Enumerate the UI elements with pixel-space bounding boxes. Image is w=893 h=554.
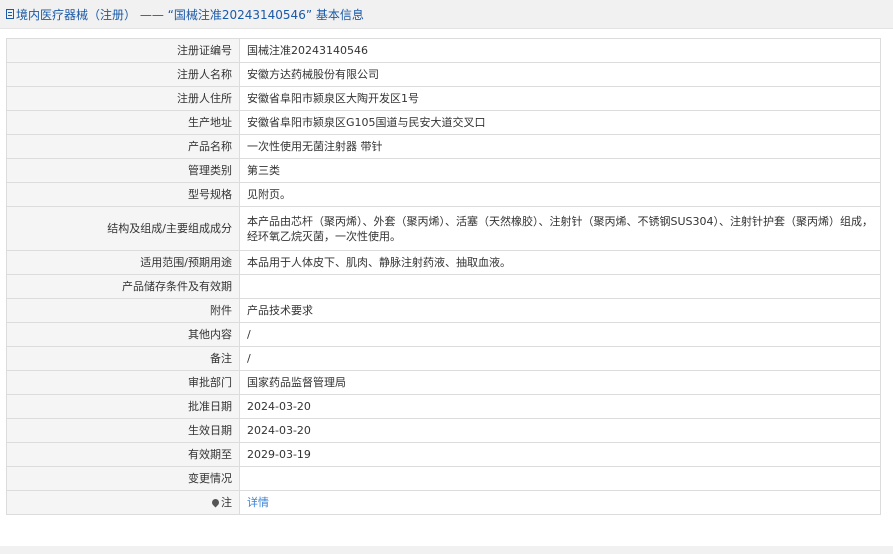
row-value: / [239, 322, 881, 347]
table-row: 有效期至 2029-03-19 [6, 442, 881, 467]
row-value: 见附页。 [239, 182, 881, 207]
row-label: 变更情况 [6, 466, 240, 491]
table-row: 注册人名称 安徽方达药械股份有限公司 [6, 62, 881, 87]
row-value: 2024-03-20 [239, 418, 881, 443]
table-row: 管理类别 第三类 [6, 158, 881, 183]
row-label: 注册人住所 [6, 86, 240, 111]
table-row: 产品储存条件及有效期 [6, 274, 881, 299]
footer-bar [0, 546, 893, 554]
page-title: 境内医疗器械（注册） —— “国械注准20243140546” 基本信息 [16, 7, 364, 22]
table-row: 审批部门 国家药品监督管理局 [6, 370, 881, 395]
pin-icon [210, 497, 221, 508]
row-value: 本品用于人体皮下、肌肉、静脉注射药液、抽取血液。 [239, 250, 881, 275]
table-row: 其他内容 / [6, 322, 881, 347]
row-label: 其他内容 [6, 322, 240, 347]
note-row: 注 详情 [6, 490, 881, 515]
table-row: 变更情况 [6, 466, 881, 491]
row-label: 型号规格 [6, 182, 240, 207]
row-value: 安徽省阜阳市颍泉区G105国道与民安大道交叉口 [239, 110, 881, 135]
table-row: 结构及组成/主要组成成分 本产品由芯杆（聚丙烯）、外套（聚丙烯）、活塞（天然橡胶… [6, 206, 881, 251]
row-value: 安徽省阜阳市颍泉区大陶开发区1号 [239, 86, 881, 111]
row-value: 安徽方达药械股份有限公司 [239, 62, 881, 87]
row-label: 生效日期 [6, 418, 240, 443]
row-label: 有效期至 [6, 442, 240, 467]
detail-table: 注册证编号 国械注准20243140546 注册人名称 安徽方达药械股份有限公司… [6, 38, 881, 515]
table-row: 备注 / [6, 346, 881, 371]
row-value: 2024-03-20 [239, 394, 881, 419]
row-label: 备注 [6, 346, 240, 371]
detail-table-container: 注册证编号 国械注准20243140546 注册人名称 安徽方达药械股份有限公司… [6, 38, 881, 515]
document-icon [6, 9, 14, 19]
row-label: 产品名称 [6, 134, 240, 159]
row-label: 适用范围/预期用途 [6, 250, 240, 275]
table-row: 批准日期 2024-03-20 [6, 394, 881, 419]
table-row: 附件 产品技术要求 [6, 298, 881, 323]
row-label: 结构及组成/主要组成成分 [6, 206, 240, 251]
row-label: 生产地址 [6, 110, 240, 135]
row-value: 一次性使用无菌注射器 带针 [239, 134, 881, 159]
note-label: 注 [221, 496, 232, 509]
row-value: 国械注准20243140546 [239, 38, 881, 63]
row-label: 附件 [6, 298, 240, 323]
details-link[interactable]: 详情 [247, 496, 269, 509]
row-value: 第三类 [239, 158, 881, 183]
table-row: 生效日期 2024-03-20 [6, 418, 881, 443]
table-row: 型号规格 见附页。 [6, 182, 881, 207]
row-value [239, 466, 881, 491]
table-row: 生产地址 安徽省阜阳市颍泉区G105国道与民安大道交叉口 [6, 110, 881, 135]
table-row: 注册人住所 安徽省阜阳市颍泉区大陶开发区1号 [6, 86, 881, 111]
row-label: 注册证编号 [6, 38, 240, 63]
row-value: 本产品由芯杆（聚丙烯）、外套（聚丙烯）、活塞（天然橡胶）、注射针（聚丙烯、不锈钢… [239, 206, 881, 251]
row-value [239, 274, 881, 299]
row-label: 管理类别 [6, 158, 240, 183]
row-label: 审批部门 [6, 370, 240, 395]
table-row: 注册证编号 国械注准20243140546 [6, 38, 881, 63]
note-value-cell: 详情 [239, 490, 881, 515]
row-value: 产品技术要求 [239, 298, 881, 323]
row-value: 国家药品监督管理局 [239, 370, 881, 395]
row-value: / [239, 346, 881, 371]
note-label-cell: 注 [6, 490, 240, 515]
table-row: 产品名称 一次性使用无菌注射器 带针 [6, 134, 881, 159]
row-label: 批准日期 [6, 394, 240, 419]
row-value: 2029-03-19 [239, 442, 881, 467]
row-label: 注册人名称 [6, 62, 240, 87]
table-row: 适用范围/预期用途 本品用于人体皮下、肌肉、静脉注射药液、抽取血液。 [6, 250, 881, 275]
row-label: 产品储存条件及有效期 [6, 274, 240, 299]
page-header: 境内医疗器械（注册） —— “国械注准20243140546” 基本信息 [0, 0, 893, 29]
